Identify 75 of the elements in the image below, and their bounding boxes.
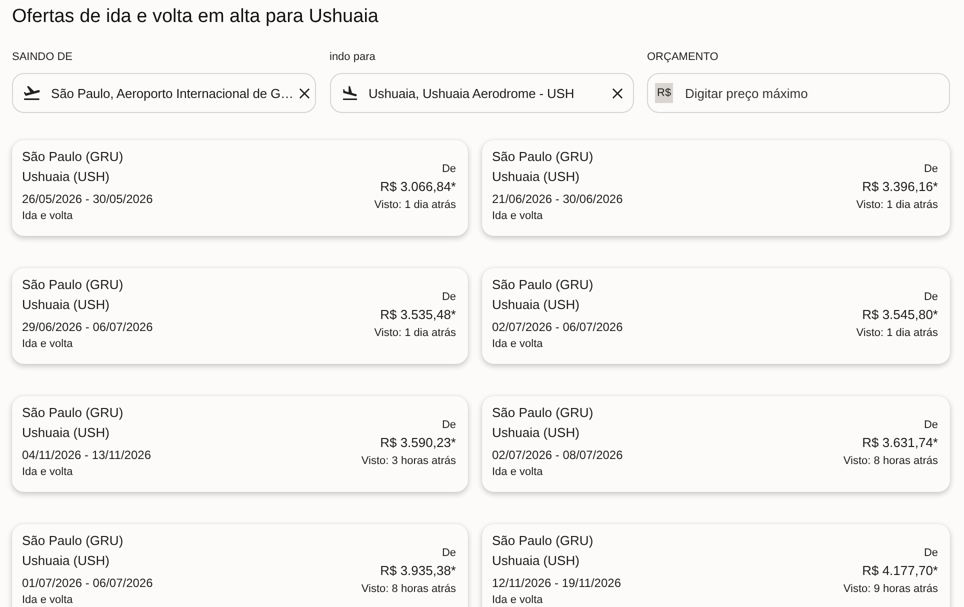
- origin-airport: São Paulo (GRU): [22, 404, 124, 422]
- price: R$ 3.631,74*: [862, 434, 938, 452]
- plane-takeoff-icon: [24, 86, 40, 100]
- price: R$ 3.535,48*: [380, 306, 456, 324]
- deal-card[interactable]: São Paulo (GRU) Ushuaia (USH) 21/06/2026 - 30/06/2026 Ida e volta De R$ 3.396,16* Visto: 1 dia atrás: [482, 140, 950, 236]
- trip-type: Ida e volta: [22, 209, 73, 224]
- field-label: ORÇAMENTO: [647, 50, 718, 64]
- travel-dates: 21/06/2026 - 30/06/2026: [492, 191, 623, 208]
- price-prefix: De: [924, 162, 938, 176]
- destination-airport: Ushuaia (USH): [492, 552, 580, 570]
- origin-airport: São Paulo (GRU): [22, 276, 124, 294]
- price-prefix: De: [442, 290, 456, 304]
- travel-dates: 02/07/2026 - 08/07/2026: [492, 447, 623, 464]
- travel-dates: 01/07/2026 - 06/07/2026: [22, 575, 153, 592]
- page-title: Ofertas de ida e volta em alta para Ushuaia: [12, 5, 378, 29]
- field-label: indo para: [330, 50, 376, 64]
- seen-time: Visto: 9 horas atrás: [843, 582, 938, 596]
- destination-airport: Ushuaia (USH): [22, 168, 110, 186]
- price: R$ 3.935,38*: [380, 562, 456, 580]
- deal-card[interactable]: São Paulo (GRU) Ushuaia (USH) 26/05/2026 - 30/05/2026 Ida e volta De R$ 3.066,84* Visto: 1 dia atrás: [12, 140, 468, 236]
- trip-type: Ida e volta: [492, 209, 543, 224]
- plane-landing-icon: [342, 86, 358, 100]
- destination-airport: Ushuaia (USH): [492, 168, 580, 186]
- destination-airport: Ushuaia (USH): [22, 296, 110, 314]
- price: R$ 4.177,70*: [862, 562, 938, 580]
- currency-prefix: R$: [655, 83, 674, 103]
- trip-type: Ida e volta: [22, 593, 73, 607]
- price-prefix: De: [924, 290, 938, 304]
- price: R$ 3.545,80*: [862, 306, 938, 324]
- seen-time: Visto: 1 dia atrás: [374, 326, 456, 340]
- price-prefix: De: [924, 418, 938, 432]
- origin-airport: São Paulo (GRU): [492, 404, 594, 422]
- close-icon[interactable]: [299, 88, 310, 98]
- origin-airport: São Paulo (GRU): [492, 148, 594, 166]
- seen-time: Visto: 1 dia atrás: [856, 326, 938, 340]
- travel-dates: 12/11/2026 - 19/11/2026: [492, 575, 621, 592]
- travel-dates: 02/07/2026 - 06/07/2026: [492, 319, 623, 336]
- trip-type: Ida e volta: [492, 593, 543, 607]
- price-prefix: De: [442, 418, 456, 432]
- deal-card[interactable]: São Paulo (GRU) Ushuaia (USH) 01/07/2026 - 06/07/2026 Ida e volta De R$ 3.935,38* Visto: 8 horas atrás: [12, 524, 468, 607]
- seen-time: Visto: 8 horas atrás: [843, 454, 938, 468]
- price-prefix: De: [442, 546, 456, 560]
- trip-type: Ida e volta: [22, 465, 73, 480]
- price: R$ 3.590,23*: [380, 434, 456, 452]
- origin-airport: São Paulo (GRU): [492, 276, 594, 294]
- travel-dates: 26/05/2026 - 30/05/2026: [22, 191, 153, 208]
- trip-type: Ida e volta: [492, 465, 543, 480]
- deal-card[interactable]: São Paulo (GRU) Ushuaia (USH) 02/07/2026 - 06/07/2026 Ida e volta De R$ 3.545,80* Visto: 1 dia atrás: [482, 268, 950, 364]
- field-label: SAINDO DE: [12, 50, 73, 64]
- origin-airport: São Paulo (GRU): [22, 532, 124, 550]
- seen-time: Visto: 8 horas atrás: [361, 582, 456, 596]
- deal-card[interactable]: São Paulo (GRU) Ushuaia (USH) 29/06/2026 - 06/07/2026 Ida e volta De R$ 3.535,48* Visto: 1 dia atrás: [12, 268, 468, 364]
- travel-dates: 29/06/2026 - 06/07/2026: [22, 319, 153, 336]
- price-prefix: De: [924, 546, 938, 560]
- seen-time: Visto: 1 dia atrás: [374, 198, 456, 212]
- deal-card[interactable]: São Paulo (GRU) Ushuaia (USH) 04/11/2026 - 13/11/2026 Ida e volta De R$ 3.590,23* Visto: 3 horas atrás: [12, 396, 468, 492]
- deal-card[interactable]: São Paulo (GRU) Ushuaia (USH) 02/07/2026 - 08/07/2026 Ida e volta De R$ 3.631,74* Visto: 8 horas atrás: [482, 396, 950, 492]
- destination-airport: Ushuaia (USH): [22, 424, 110, 442]
- destination-field[interactable]: Ushuaia, Ushuaia Aerodrome - USH: [330, 73, 634, 113]
- seen-time: Visto: 3 horas atrás: [361, 454, 456, 468]
- close-icon[interactable]: [612, 88, 622, 98]
- price: R$ 3.396,16*: [862, 178, 938, 196]
- price-prefix: De: [442, 162, 456, 176]
- deal-card[interactable]: São Paulo (GRU) Ushuaia (USH) 12/11/2026 - 19/11/2026 Ida e volta De R$ 4.177,70* Visto: 9 horas atrás: [482, 524, 950, 607]
- origin-field[interactable]: São Paulo, Aeroporto Internacional de G…: [12, 73, 316, 113]
- travel-dates: 04/11/2026 - 13/11/2026: [22, 447, 151, 464]
- trip-type: Ida e volta: [492, 337, 543, 352]
- destination-airport: Ushuaia (USH): [492, 424, 580, 442]
- origin-airport: São Paulo (GRU): [22, 148, 124, 166]
- destination-airport: Ushuaia (USH): [22, 552, 110, 570]
- trip-type: Ida e volta: [22, 337, 73, 352]
- price: R$ 3.066,84*: [380, 178, 456, 196]
- origin-airport: São Paulo (GRU): [492, 532, 594, 550]
- seen-time: Visto: 1 dia atrás: [856, 198, 938, 212]
- destination-airport: Ushuaia (USH): [492, 296, 580, 314]
